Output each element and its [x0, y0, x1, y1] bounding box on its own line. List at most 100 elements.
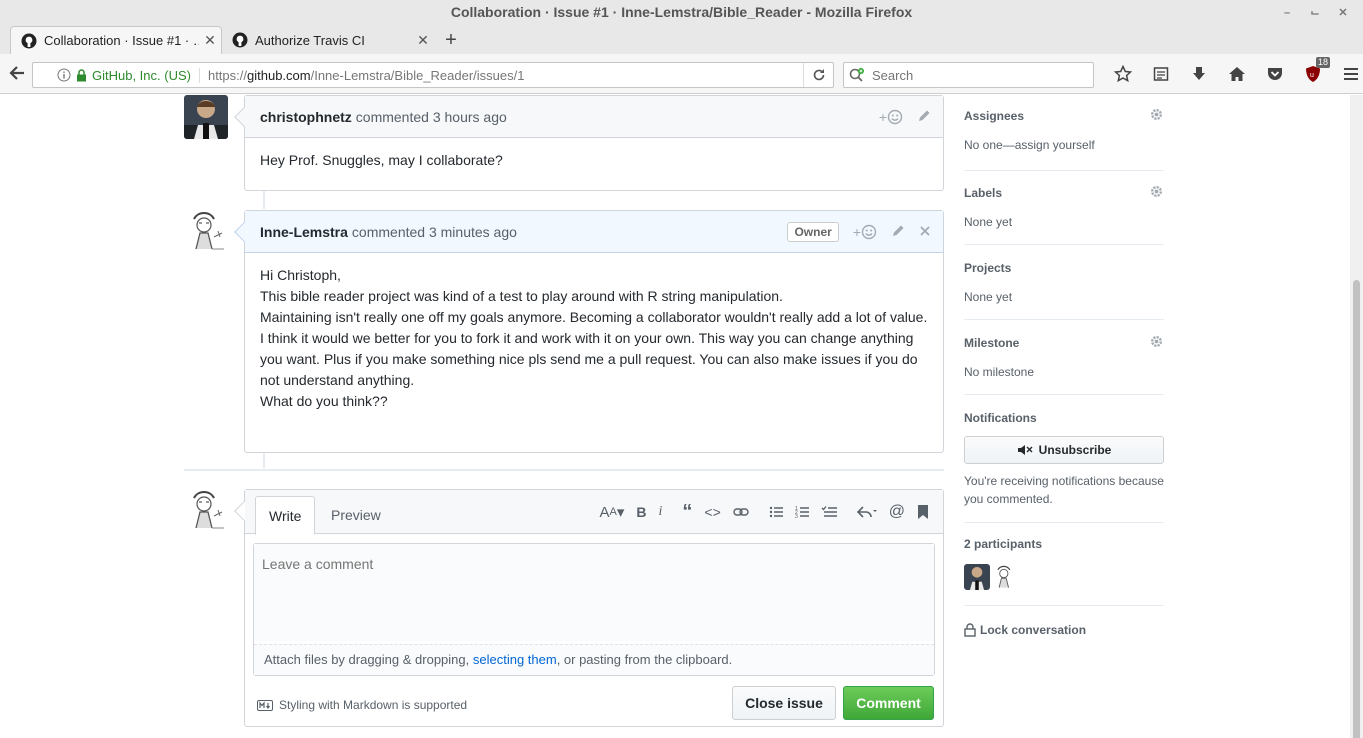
- comment-timestamp[interactable]: commented 3 hours ago: [356, 109, 507, 125]
- checklist-icon: [821, 506, 837, 517]
- reload-button[interactable]: [803, 63, 833, 87]
- assignees-gear-icon[interactable]: [1149, 107, 1164, 125]
- hamburger-icon: [1344, 68, 1358, 80]
- ordered-list-icon[interactable]: 123: [795, 505, 809, 519]
- markdown-icon: [257, 699, 273, 711]
- github-icon: [21, 33, 37, 48]
- reply-arrow-icon: [856, 506, 877, 518]
- comment-paragraph: Hi Christoph,: [260, 267, 341, 283]
- timeline-connector: [263, 191, 265, 209]
- comment-input[interactable]: [254, 544, 934, 641]
- quote-icon[interactable]: “: [682, 501, 692, 524]
- unsubscribe-button[interactable]: Unsubscribe: [964, 436, 1164, 464]
- markdown-help[interactable]: Styling with Markdown is supported: [257, 698, 467, 712]
- bookmark-icon: [918, 505, 928, 519]
- milestone-gear-icon[interactable]: [1149, 334, 1164, 352]
- tab-close-icon[interactable]: ✕: [412, 32, 434, 49]
- link-icon[interactable]: [733, 506, 749, 518]
- attach-hint-text: , or pasting from the clipboard.: [556, 652, 733, 667]
- tab-label: Authorize Travis CI: [255, 32, 365, 48]
- composer-tab-bar: Write Preview A A ▾ B i “ <> 123 @: [245, 490, 943, 535]
- minimize-icon[interactable]: –: [1281, 1, 1293, 26]
- url-bar[interactable]: GitHub, Inc. (US) https://github.com/Inn…: [32, 62, 834, 88]
- comment-timestamp[interactable]: commented 3 minutes ago: [352, 224, 517, 240]
- search-bar[interactable]: [843, 62, 1094, 88]
- comment-author[interactable]: Inne-Lemstra: [260, 224, 348, 240]
- timeline-divider: [184, 469, 944, 471]
- site-identity[interactable]: GitHub, Inc. (US): [57, 67, 200, 83]
- comment-paragraph: I think it would we better for you to fo…: [260, 330, 918, 388]
- comment-button[interactable]: Comment: [843, 686, 934, 720]
- participant-avatar-inne-lemstra[interactable]: [992, 564, 1018, 590]
- close-window-icon[interactable]: ✕: [1337, 1, 1349, 26]
- text-size-icon[interactable]: A A ▾: [599, 503, 624, 522]
- milestone-title: Milestone: [964, 336, 1020, 350]
- new-comment-form: Write Preview AA▾ B i “ <> 123 @ Attach …: [234, 489, 944, 727]
- notifications-note: You're receiving notifications because y…: [964, 474, 1164, 506]
- mention-icon[interactable]: @: [889, 503, 905, 521]
- sketch-avatar-icon: [184, 488, 228, 532]
- projects-title: Projects: [964, 261, 1012, 275]
- sidebar-participants: 2 participants: [964, 537, 1164, 606]
- comment-author[interactable]: christophnetz: [260, 109, 352, 125]
- select-files-link[interactable]: selecting them: [473, 652, 557, 667]
- tab-write[interactable]: Write: [255, 496, 316, 535]
- page-scrollbar[interactable]: [1350, 95, 1363, 738]
- lock-conversation-label: Lock conversation: [980, 623, 1087, 637]
- code-icon[interactable]: <>: [704, 504, 720, 520]
- window-title: Collaboration · Issue #1 · Inne-Lemstra/…: [450, 4, 913, 20]
- bookmark-star-button[interactable]: [1104, 63, 1142, 85]
- lock-conversation-link[interactable]: Lock conversation: [964, 623, 1086, 637]
- task-list-icon[interactable]: [821, 505, 837, 519]
- markdown-note: Styling with Markdown is supported: [279, 698, 468, 712]
- add-reaction-button[interactable]: +: [879, 109, 903, 125]
- italic-icon[interactable]: i: [659, 504, 663, 520]
- labels-gear-icon[interactable]: [1149, 184, 1164, 202]
- svg-text:u: u: [1310, 72, 1314, 79]
- edit-comment-button[interactable]: [891, 224, 905, 241]
- home-button[interactable]: [1218, 63, 1256, 85]
- sidebar-labels: Labels None yet: [964, 184, 1164, 245]
- sidebar-assignees: Assignees No one—assign yourself: [964, 107, 1164, 171]
- comment-inne-lemstra: Inne-Lemstra commented 3 minutes ago Own…: [234, 210, 944, 453]
- tab-authorize-travis[interactable]: Authorize Travis CI ✕: [222, 26, 434, 54]
- pencil-icon: [919, 110, 930, 121]
- add-reaction-button[interactable]: +: [853, 224, 877, 240]
- comment-paragraph: Maintaining isn't really one off my goal…: [260, 309, 928, 325]
- file-attach-hint[interactable]: Attach files by dragging & dropping, sel…: [254, 644, 934, 675]
- bullets-icon: [769, 506, 783, 518]
- tab-strip: Collaboration · Issue #1 · … ✕ Authorize…: [0, 26, 1363, 54]
- avatar-inne-lemstra[interactable]: [184, 209, 228, 253]
- back-button[interactable]: [6, 63, 28, 85]
- close-issue-button[interactable]: Close issue: [732, 686, 836, 720]
- assignees-value[interactable]: No one—assign yourself: [964, 136, 1164, 154]
- search-input[interactable]: [872, 67, 1072, 83]
- tab-collaboration-issue[interactable]: Collaboration · Issue #1 · … ✕: [10, 26, 222, 54]
- smiley-icon: [887, 109, 903, 125]
- tab-preview[interactable]: Preview: [318, 496, 394, 535]
- downloads-button[interactable]: [1180, 63, 1218, 85]
- assignees-title: Assignees: [964, 109, 1025, 123]
- restore-icon[interactable]: ⌙: [1309, 1, 1321, 26]
- delete-comment-button[interactable]: [919, 224, 931, 240]
- participant-avatar-christophnetz[interactable]: [964, 564, 990, 590]
- scrollbar-thumb[interactable]: [1353, 280, 1360, 738]
- milestone-value: No milestone: [964, 365, 1035, 379]
- edit-comment-button[interactable]: [917, 109, 931, 126]
- saved-reply-icon[interactable]: [917, 504, 929, 520]
- menu-button[interactable]: [1332, 63, 1363, 85]
- reading-list-button[interactable]: [1142, 63, 1180, 85]
- unordered-list-icon[interactable]: [769, 505, 783, 519]
- lock-icon: [77, 68, 86, 81]
- url-text[interactable]: https://github.com/Inne-Lemstra/Bible_Re…: [200, 68, 803, 83]
- new-tab-button[interactable]: +: [440, 28, 462, 52]
- tab-close-icon[interactable]: ✕: [199, 32, 221, 49]
- pocket-button[interactable]: [1256, 63, 1294, 85]
- reply-icon[interactable]: [856, 505, 877, 519]
- sidebar-milestone: Milestone No milestone: [964, 334, 1164, 395]
- reader-list-icon: [1153, 67, 1169, 81]
- ublock-button[interactable]: u 18: [1294, 57, 1332, 85]
- avatar-christophnetz[interactable]: [184, 95, 228, 139]
- bold-icon[interactable]: B: [636, 504, 646, 520]
- avatar-current-user[interactable]: [184, 488, 228, 532]
